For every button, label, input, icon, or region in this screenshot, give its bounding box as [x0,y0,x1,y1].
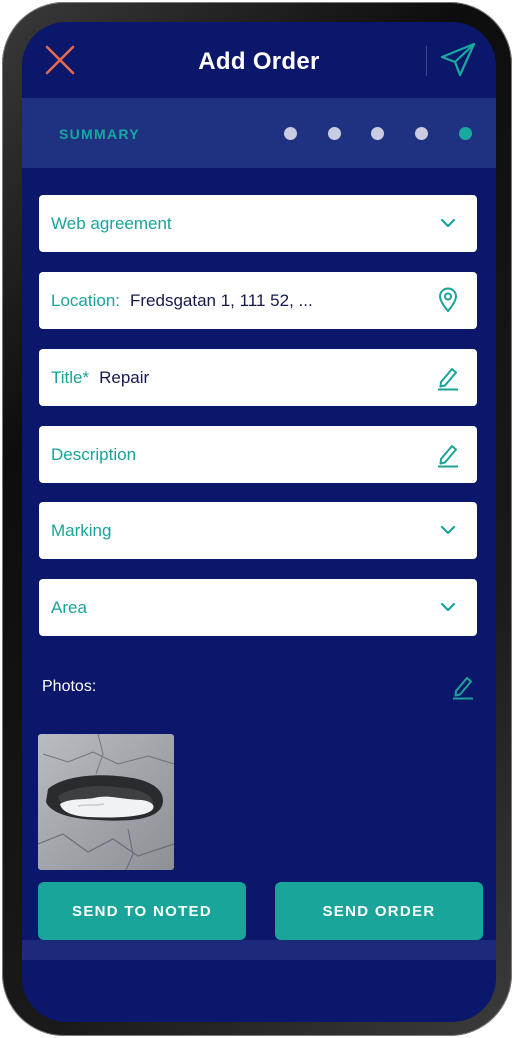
photos-edit-button[interactable] [450,672,476,700]
marking-label: Marking [51,520,112,540]
title-field[interactable]: Title* Repair [39,349,477,406]
photos-label: Photos: [42,678,97,695]
area-select[interactable]: Area [39,579,477,636]
send-button[interactable] [436,40,480,80]
send-order-button[interactable]: SEND ORDER [275,882,483,940]
pencil-icon [453,677,473,700]
paper-plane-icon [440,42,476,77]
step-dot-5-active[interactable] [459,127,472,140]
area-label: Area [51,597,87,617]
bottom-bar [22,940,496,960]
chevron-down-icon [440,525,456,535]
page-title: Add Order [198,48,320,75]
pothole-photo[interactable] [38,734,174,870]
title-label: Title* [51,367,90,387]
location-label: Location: [51,290,120,310]
step-dot-3[interactable] [371,127,384,140]
pothole-image [38,734,174,870]
map-pin-icon[interactable] [435,286,461,314]
location-value: Fredsgatan 1, 111 52, ... [130,290,313,310]
pencil-icon[interactable] [435,363,461,391]
phone-frame: Add Order SUMMARY Web agreement Location… [2,2,512,1036]
pencil-icon[interactable] [435,440,461,468]
step-dot-2[interactable] [328,127,341,140]
app-header: Add Order [22,22,496,100]
agreement-label: Web agreement [51,213,172,233]
description-field[interactable]: Description [39,426,477,483]
step-dot-1[interactable] [284,127,297,140]
step-dot-4[interactable] [415,127,428,140]
title-value: Repair [99,367,150,387]
send-to-noted-button[interactable]: SEND TO NOTED [38,882,246,940]
chevron-down-icon [440,602,456,612]
progress-stepper: SUMMARY [22,98,496,168]
app-screen: Add Order SUMMARY Web agreement Location… [22,22,496,1022]
location-field[interactable]: Location: Fredsgatan 1, 111 52, ... [39,272,477,329]
header-divider [426,46,427,76]
marking-select[interactable]: Marking [39,502,477,559]
step-label: SUMMARY [59,126,140,142]
description-label: Description [51,444,137,464]
agreement-select[interactable]: Web agreement [39,195,477,252]
chevron-down-icon [440,218,456,228]
